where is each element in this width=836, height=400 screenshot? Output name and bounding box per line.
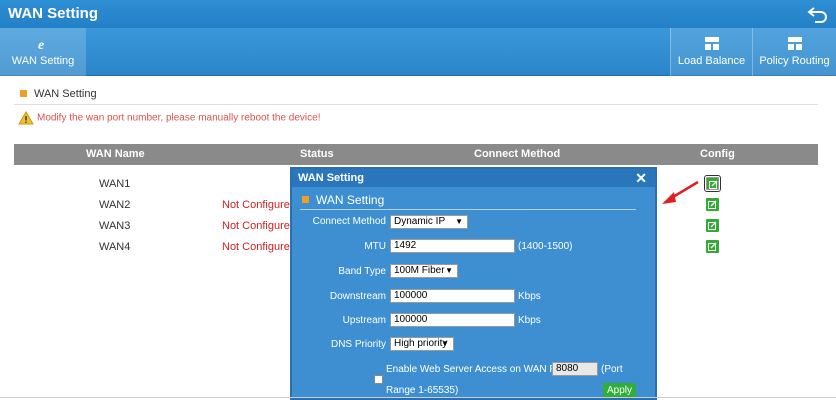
col-config: Config xyxy=(700,148,735,160)
grid-icon xyxy=(704,37,720,51)
wan-name: WAN4 xyxy=(99,241,131,253)
divider xyxy=(300,209,636,210)
warning-icon xyxy=(18,111,34,125)
col-wan-name: WAN Name xyxy=(86,148,145,160)
web-port-input[interactable]: 8080 xyxy=(552,362,598,376)
wan-name: WAN1 xyxy=(99,178,131,190)
web-access-checkbox[interactable] xyxy=(374,375,383,384)
section-title: WAN Setting xyxy=(20,88,97,100)
grid-icon xyxy=(787,37,803,51)
dns-priority-label: DNS Priority xyxy=(330,339,386,350)
back-icon[interactable] xyxy=(806,3,830,25)
connect-method-label: Connect Method xyxy=(312,216,386,227)
dns-priority-select[interactable]: High priority ▼ xyxy=(390,337,454,351)
port-range-hint: (Port xyxy=(601,364,623,375)
divider xyxy=(14,104,818,105)
upstream-input[interactable]: 100000 xyxy=(390,313,515,327)
wan-name: WAN2 xyxy=(99,199,131,211)
svg-text:e: e xyxy=(38,38,44,51)
upstream-label: Upstream xyxy=(342,315,386,326)
col-connect-method: Connect Method xyxy=(474,148,561,160)
band-type-label: Band Type xyxy=(338,266,386,277)
mtu-input[interactable]: 1492 xyxy=(390,239,515,253)
tab-wan-setting[interactable]: e WAN Setting xyxy=(0,28,86,76)
table-header: WAN Name Status Connect Method Config xyxy=(14,144,818,165)
apply-button[interactable]: Apply xyxy=(603,383,636,398)
port-range-hint: Range 1-65535) xyxy=(386,385,459,396)
edit-icon[interactable] xyxy=(706,198,719,211)
downstream-label: Downstream xyxy=(329,291,386,302)
wan-name: WAN3 xyxy=(99,220,131,232)
upstream-unit: Kbps xyxy=(518,315,541,326)
downstream-input[interactable]: 100000 xyxy=(390,289,515,303)
tab-label: WAN Setting xyxy=(11,55,75,67)
web-access-label: Enable Web Server Access on WAN Port xyxy=(386,364,568,375)
wan-status: Not Configure xyxy=(222,199,290,211)
ie-icon: e xyxy=(35,37,51,53)
wan-status: Not Configure xyxy=(222,220,290,232)
bullet-icon xyxy=(20,89,27,97)
edit-icon[interactable] xyxy=(704,175,721,192)
app-title: WAN Setting xyxy=(8,5,98,22)
downstream-unit: Kbps xyxy=(518,291,541,302)
tab-policy-routing[interactable]: Policy Routing xyxy=(752,28,836,76)
dropdown-arrow-icon: ▼ xyxy=(455,217,463,226)
bullet-icon xyxy=(302,196,309,204)
title-bar: WAN Setting xyxy=(0,0,836,28)
col-status: Status xyxy=(300,148,334,160)
nav-bar: e WAN Setting Load Balance Policy Routin… xyxy=(0,28,836,76)
dialog-title-bar: WAN Setting ✕ xyxy=(292,169,655,187)
connect-method-select[interactable]: Dynamic IP ▼ xyxy=(390,215,468,229)
annotation-arrow-icon xyxy=(662,180,699,204)
dialog-title: WAN Setting xyxy=(298,172,364,184)
tab-label: Load Balance xyxy=(677,55,746,67)
edit-icon[interactable] xyxy=(706,219,719,232)
dialog-section-title: WAN Setting xyxy=(302,193,384,207)
mtu-hint: (1400-1500) xyxy=(518,241,573,252)
dropdown-arrow-icon: ▼ xyxy=(445,266,453,275)
warning-message: Modify the wan port number, please manua… xyxy=(18,111,321,125)
tab-load-balance[interactable]: Load Balance xyxy=(670,28,752,76)
wan-status: Not Configure xyxy=(222,241,290,253)
tab-label: Policy Routing xyxy=(759,55,830,67)
page: WAN Setting e WAN Setting Load Balance P… xyxy=(0,0,836,400)
close-icon[interactable]: ✕ xyxy=(635,170,647,187)
dropdown-arrow-icon: ▼ xyxy=(441,339,449,348)
edit-icon[interactable] xyxy=(706,240,719,253)
wan-setting-dialog: WAN Setting ✕ WAN Setting Connect Method… xyxy=(290,167,657,400)
mtu-label: MTU xyxy=(364,241,386,252)
band-type-select[interactable]: 100M Fiber ▼ xyxy=(390,264,458,278)
